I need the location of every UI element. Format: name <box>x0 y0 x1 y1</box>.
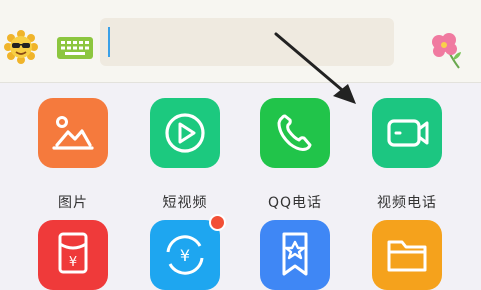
favorites-tile <box>260 220 330 290</box>
app-video-call-label: 视频电话 <box>377 195 437 211</box>
app-image-label: 图片 <box>58 195 88 211</box>
svg-text:¥: ¥ <box>69 255 77 270</box>
image-icon <box>52 116 94 150</box>
files-tile <box>372 220 442 290</box>
input-toolbar <box>0 0 481 83</box>
sunglasses-emoji-icon[interactable] <box>4 30 38 64</box>
play-icon <box>165 113 205 153</box>
image-tile <box>38 98 108 168</box>
transfer-icon: ¥ <box>166 235 204 275</box>
video-camera-icon <box>387 119 429 147</box>
folder-icon <box>387 240 427 272</box>
transfer-tile: ¥ <box>150 214 226 290</box>
favorites-icon <box>282 232 308 276</box>
app-panel: 图片 短视频 QQ电话 视频电话 ¥ ¥ <box>0 82 481 290</box>
phone-icon <box>277 114 312 151</box>
svg-text:¥: ¥ <box>180 246 190 265</box>
red-packet-icon: ¥ <box>58 232 88 274</box>
flower-icon[interactable] <box>427 32 463 70</box>
short-video-tile <box>150 98 220 168</box>
red-packet-tile: ¥ <box>38 220 108 290</box>
app-qq-call-label: QQ电话 <box>267 195 323 211</box>
qq-call-tile <box>260 98 330 168</box>
app-short-video-label: 短视频 <box>162 195 208 211</box>
keyboard-icon[interactable] <box>56 36 94 60</box>
notification-badge <box>209 214 226 231</box>
text-caret <box>108 27 110 57</box>
video-call-tile <box>372 98 442 168</box>
message-input[interactable] <box>100 18 394 66</box>
